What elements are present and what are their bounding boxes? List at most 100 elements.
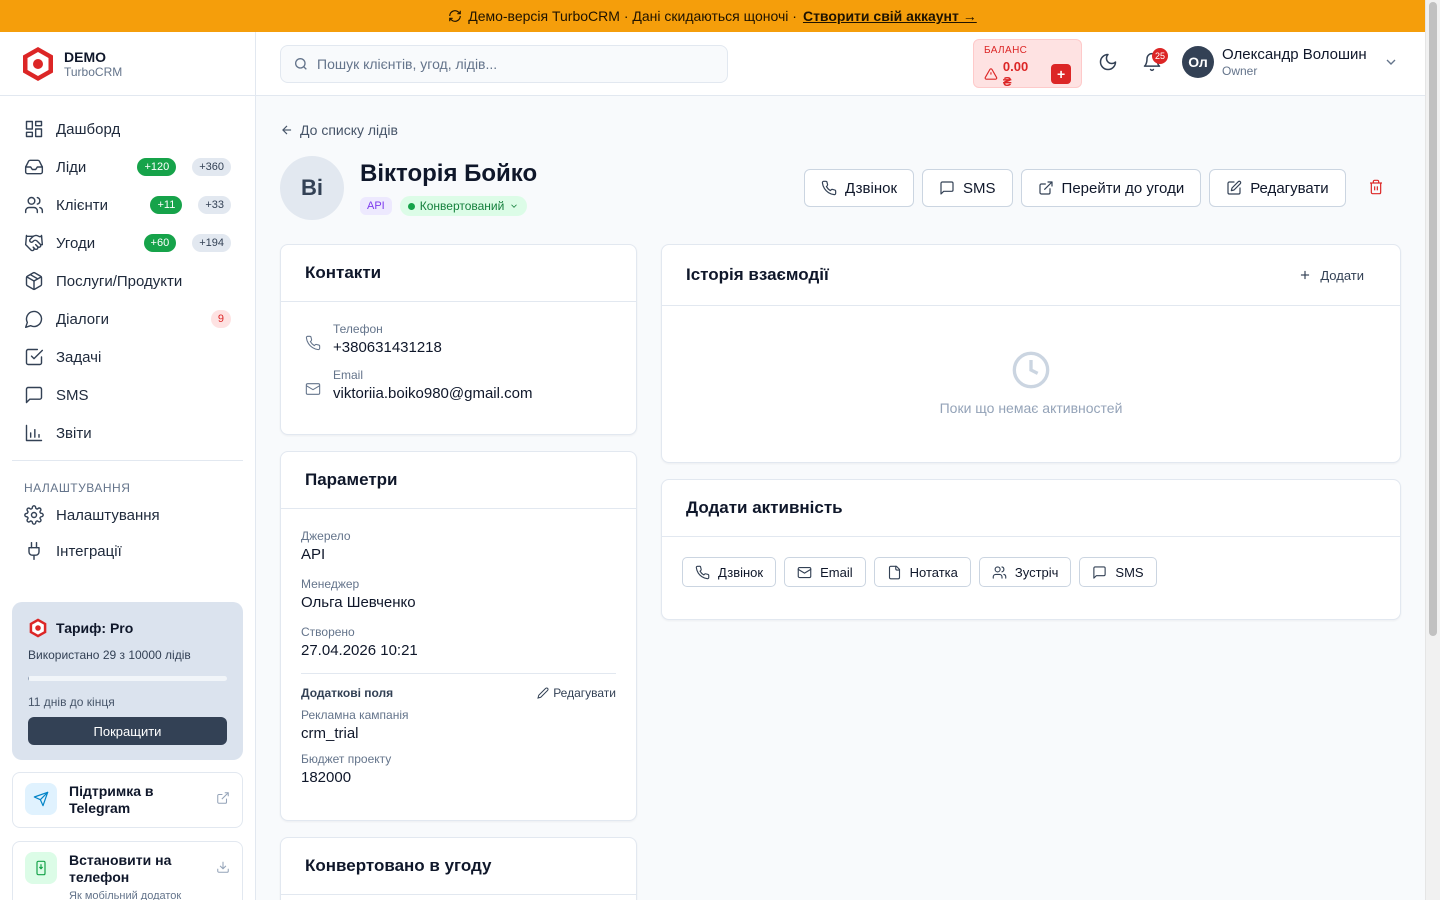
sidebar-item-clients[interactable]: Клієнти +11 +33 [12,186,243,224]
sidebar-item-settings[interactable]: Налаштування [12,497,243,533]
created-value: 27.04.2026 10:21 [301,642,418,659]
brand-subtitle: TurboCRM [64,64,123,79]
scrollbar-thumb[interactable] [1429,2,1437,636]
telegram-support-card[interactable]: Підтримка в Telegram [12,772,243,828]
sidebar-item-sms[interactable]: SMS [12,376,243,414]
activity-meeting-button[interactable]: Зустріч [978,557,1072,587]
external-link-icon [217,792,229,804]
sidebar-item-reports[interactable]: Звіти [12,414,243,452]
sidebar-item-dialogs[interactable]: Діалоги 9 [12,300,243,338]
trash-icon [1370,179,1382,195]
sidebar-item-leads[interactable]: Ліди +120 +360 [12,148,243,186]
unread-badge: 9 [210,310,231,328]
telegram-support-label: Підтримка в Telegram [69,783,154,816]
edit-extra-fields-button[interactable]: Редагувати [537,686,616,700]
external-link-icon [1038,181,1053,195]
plus-icon [1301,270,1310,280]
settings-section-title: НАЛАШТУВАННЯ [24,481,131,495]
chat-icon [24,310,43,329]
budget-value: 182000 [301,769,352,786]
activity-sms-label: SMS [1115,564,1144,580]
budget-field: Бюджет проекту 182000 [281,752,636,786]
dashboard-icon [25,120,43,138]
notification-count-badge: 25 [1152,48,1168,64]
new-count-badge: +120 [137,158,177,176]
phone-icon [695,565,710,579]
plan-title: Тариф: Pro [56,620,134,636]
users-icon [992,565,1007,579]
sidebar-item-label: Налаштування [56,506,160,524]
mail-icon [305,383,321,395]
install-app-label: Встановити на телефон [69,852,172,885]
email-field[interactable]: Email viktoriia.boiko980@gmail.com [281,368,636,402]
upgrade-button[interactable]: Покращити [28,717,227,745]
new-count-badge: +60 [143,234,177,252]
back-to-leads-link[interactable]: До списку лідів [280,122,398,138]
sidebar-item-deals[interactable]: Угоди +60 +194 [12,224,243,262]
phone-value: +380631431218 [333,339,442,356]
download-icon [217,861,229,873]
total-count-badge: +194 [192,234,231,252]
theme-toggle[interactable] [1098,52,1122,76]
call-button[interactable]: Дзвінок [804,169,915,207]
plan-progress-bar [28,676,227,681]
total-count-badge: +360 [192,158,231,176]
activity-note-button[interactable]: Нотатка [873,557,971,587]
phone-icon-wrap [25,852,57,884]
manager-value: Ольга Шевченко [301,594,416,611]
status-badge[interactable]: Конвертований [399,196,528,216]
phone-label: Телефон [333,322,383,336]
add-activity-card: Додати активність Дзвінок Email Нотатка … [661,479,1401,620]
page-scrollbar[interactable] [1425,0,1440,900]
extra-fields-header: Додаткові поля Редагувати [281,686,636,700]
user-menu[interactable]: Ол Олександр Волошин Owner [1182,46,1399,78]
created-label: Створено [301,625,355,639]
budget-label: Бюджет проекту [301,752,392,766]
plan-days-left: 11 днів до кінця [28,695,115,709]
sidebar-item-dashboard[interactable]: Дашборд [12,110,243,148]
lead-tags: API Конвертований [360,196,528,216]
phone-field[interactable]: Телефон +380631431218 [281,322,636,356]
sms-button-label: SMS [963,179,996,197]
plug-icon [28,541,40,561]
lead-avatar: Ві [280,156,344,220]
inbox-icon [24,159,44,175]
sms-button[interactable]: SMS [922,169,1013,207]
edit-extra-label: Редагувати [553,686,616,700]
search-box[interactable] [280,45,728,83]
moon-icon [1099,53,1117,71]
edit-button[interactable]: Редагувати [1209,169,1346,207]
campaign-field: Рекламна кампанія crm_trial [281,708,636,742]
empty-state-text: Поки що немає активностей [939,400,1123,416]
source-tag: API [360,197,392,215]
notifications-button[interactable]: 25 [1142,48,1168,76]
search-input[interactable] [317,56,697,72]
email-value: viktoriia.boiko980@gmail.com [333,385,533,402]
smartphone-icon [36,860,46,876]
sidebar-item-tasks[interactable]: Задачі [12,338,243,376]
chevron-down-icon [511,204,518,208]
send-icon [33,791,49,807]
add-history-button[interactable]: Додати [1298,268,1364,283]
create-account-link[interactable]: Створити свій аккаунт → [803,8,977,24]
top-up-button[interactable]: + [1051,64,1071,84]
sidebar-item-integrations[interactable]: Інтеграції [12,533,243,569]
install-app-card[interactable]: Встановити на телефон Як мобільний додат… [12,841,243,900]
activity-sms-button[interactable]: SMS [1079,557,1157,587]
sidebar-item-label: Клієнти [56,196,109,214]
balance-widget[interactable]: БАЛАНС 0.00 ₴ + [973,39,1082,89]
brand[interactable]: DEMO TurboCRM [0,32,255,96]
parameters-card: Параметри Джерело API Менеджер Ольга Шев… [280,451,637,821]
brand-title: DEMO [64,48,106,65]
email-label: Email [333,368,364,382]
chevron-down-icon [1386,59,1396,65]
phone-icon [821,180,837,196]
go-to-deal-button[interactable]: Перейти до угоди [1020,169,1202,207]
sidebar-item-label: Задачі [56,348,102,366]
activity-call-button[interactable]: Дзвінок [682,557,777,587]
delete-button[interactable] [1368,179,1386,197]
activity-email-button[interactable]: Email [784,557,866,587]
activity-note-label: Нотатка [909,564,958,580]
arrow-left-icon [282,125,292,135]
sidebar-item-products[interactable]: Послуги/Продукти [12,262,243,300]
